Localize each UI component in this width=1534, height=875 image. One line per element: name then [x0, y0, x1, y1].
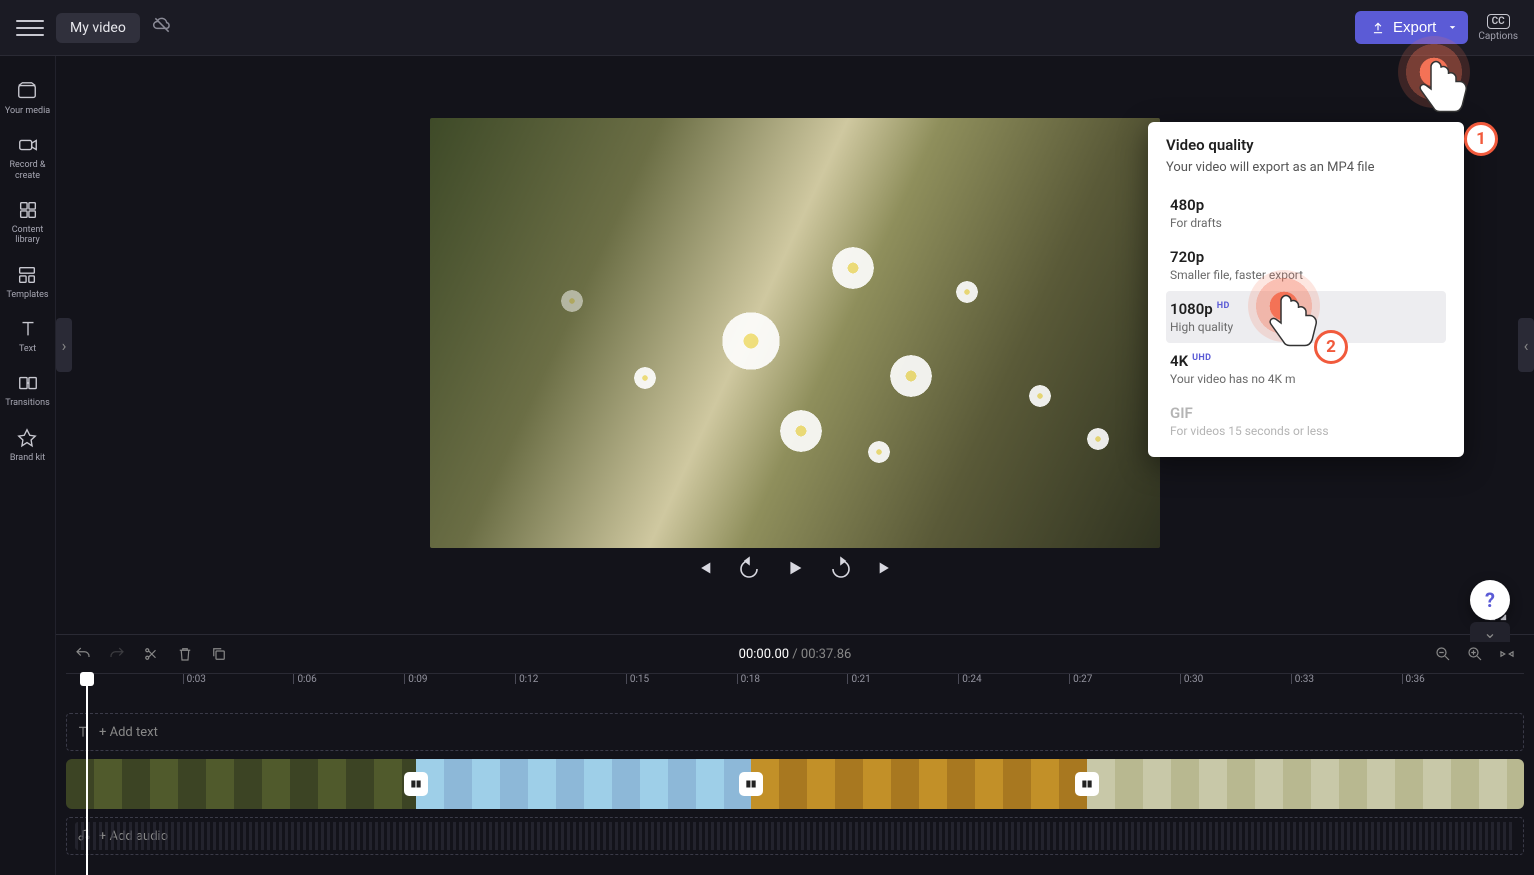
- top-bar: My video Export CC Captions: [0, 0, 1534, 56]
- quality-option-gif[interactable]: GIF For videos 15 seconds or less: [1166, 395, 1446, 447]
- export-button[interactable]: Export: [1355, 11, 1468, 44]
- sidebar-item-label: Templates: [6, 290, 48, 300]
- transition-icon[interactable]: [739, 772, 763, 796]
- sidebar-item-text[interactable]: Text: [17, 318, 39, 354]
- video-clip[interactable]: [416, 759, 751, 809]
- transition-icon[interactable]: [404, 772, 428, 796]
- timeline: 00:00.00 / 00:37.86 0:03 0:06 0:09 0:12 …: [56, 634, 1534, 875]
- sidebar-item-label: Transitions: [5, 398, 50, 408]
- zoom-out-icon[interactable]: [1434, 645, 1452, 663]
- captions-button[interactable]: CC Captions: [1478, 14, 1518, 42]
- captions-label: Captions: [1478, 31, 1518, 42]
- quality-option-720p[interactable]: 720p Smaller file, faster export: [1166, 239, 1446, 291]
- forward-10-icon[interactable]: [829, 556, 853, 580]
- video-clip[interactable]: [1087, 759, 1524, 809]
- quality-option-480p[interactable]: 480p For drafts: [1166, 187, 1446, 239]
- skip-forward-icon[interactable]: [875, 556, 899, 580]
- expand-right-panel[interactable]: ‹: [1518, 318, 1534, 372]
- help-button[interactable]: ?: [1470, 580, 1510, 620]
- redo-icon[interactable]: [108, 645, 126, 663]
- ruler-tick: 0:03: [183, 674, 206, 685]
- playhead[interactable]: [80, 672, 94, 686]
- undo-icon[interactable]: [74, 645, 92, 663]
- project-title[interactable]: My video: [56, 13, 140, 43]
- sidebar-item-templates[interactable]: Templates: [6, 264, 48, 300]
- sidebar-item-label: Content library: [0, 225, 55, 246]
- ruler-tick: 0:21: [847, 674, 870, 685]
- fit-timeline-icon[interactable]: [1498, 645, 1516, 663]
- sidebar-item-label: Your media: [5, 106, 50, 116]
- timeline-timestamp: 00:00.00 / 00:37.86: [739, 647, 852, 662]
- transition-icon[interactable]: [1075, 772, 1099, 796]
- sidebar-item-brand-kit[interactable]: Brand kit: [10, 427, 45, 463]
- export-button-label: Export: [1393, 19, 1436, 36]
- quality-option-1080p[interactable]: 1080pHD High quality: [1166, 291, 1446, 343]
- ruler-tick: 0:18: [737, 674, 760, 685]
- ruler-tick: 0:09: [404, 674, 427, 685]
- export-menu-title: Video quality: [1166, 136, 1446, 154]
- delete-icon[interactable]: [176, 645, 194, 663]
- player-controls: [691, 556, 899, 580]
- sidebar-item-your-media[interactable]: Your media: [5, 80, 50, 116]
- skip-back-icon[interactable]: [691, 556, 715, 580]
- split-icon[interactable]: [142, 645, 160, 663]
- sidebar-item-label: Brand kit: [10, 453, 45, 463]
- ruler-tick: 0:24: [958, 674, 981, 685]
- video-track[interactable]: [66, 759, 1524, 809]
- ruler-tick: 0:27: [1069, 674, 1092, 685]
- zoom-in-icon[interactable]: [1466, 645, 1484, 663]
- sidebar: Your media Record & create Content libra…: [0, 56, 56, 875]
- ruler-tick: 0:15: [626, 674, 649, 685]
- ruler-tick: 0:30: [1180, 674, 1203, 685]
- rewind-10-icon[interactable]: [737, 556, 761, 580]
- sidebar-item-content-library[interactable]: Content library: [0, 199, 55, 246]
- ruler-tick: 0:12: [515, 674, 538, 685]
- sidebar-item-label: Text: [19, 344, 36, 354]
- cc-icon: CC: [1487, 14, 1510, 29]
- export-menu-subtitle: Your video will export as an MP4 file: [1166, 160, 1446, 175]
- ruler-tick: 0:06: [293, 674, 316, 685]
- preview-area: › ‹: [56, 56, 1534, 634]
- add-text-label: + Add text: [99, 725, 158, 740]
- cloud-off-icon: [152, 15, 172, 40]
- sidebar-item-transitions[interactable]: Transitions: [5, 372, 50, 408]
- menu-icon[interactable]: [16, 14, 44, 42]
- play-icon[interactable]: [783, 556, 807, 580]
- expand-left-panel[interactable]: ›: [56, 318, 72, 372]
- sidebar-item-label: Record & create: [0, 160, 55, 181]
- ruler-tick: 0:33: [1291, 674, 1314, 685]
- quality-option-4k[interactable]: 4KUHD Your video has no 4K m: [1166, 343, 1446, 395]
- ruler-tick: 0:36: [1402, 674, 1425, 685]
- duplicate-icon[interactable]: [210, 645, 228, 663]
- sidebar-item-record-create[interactable]: Record & create: [0, 134, 55, 181]
- export-quality-menu: Video quality Your video will export as …: [1148, 122, 1464, 457]
- audio-track[interactable]: + Add audio: [66, 817, 1524, 855]
- video-clip[interactable]: [751, 759, 1086, 809]
- video-preview[interactable]: [430, 118, 1160, 548]
- video-clip[interactable]: [66, 759, 416, 809]
- timeline-ruler[interactable]: 0:03 0:06 0:09 0:12 0:15 0:18 0:21 0:24 …: [66, 673, 1524, 703]
- text-track[interactable]: + Add text: [66, 713, 1524, 751]
